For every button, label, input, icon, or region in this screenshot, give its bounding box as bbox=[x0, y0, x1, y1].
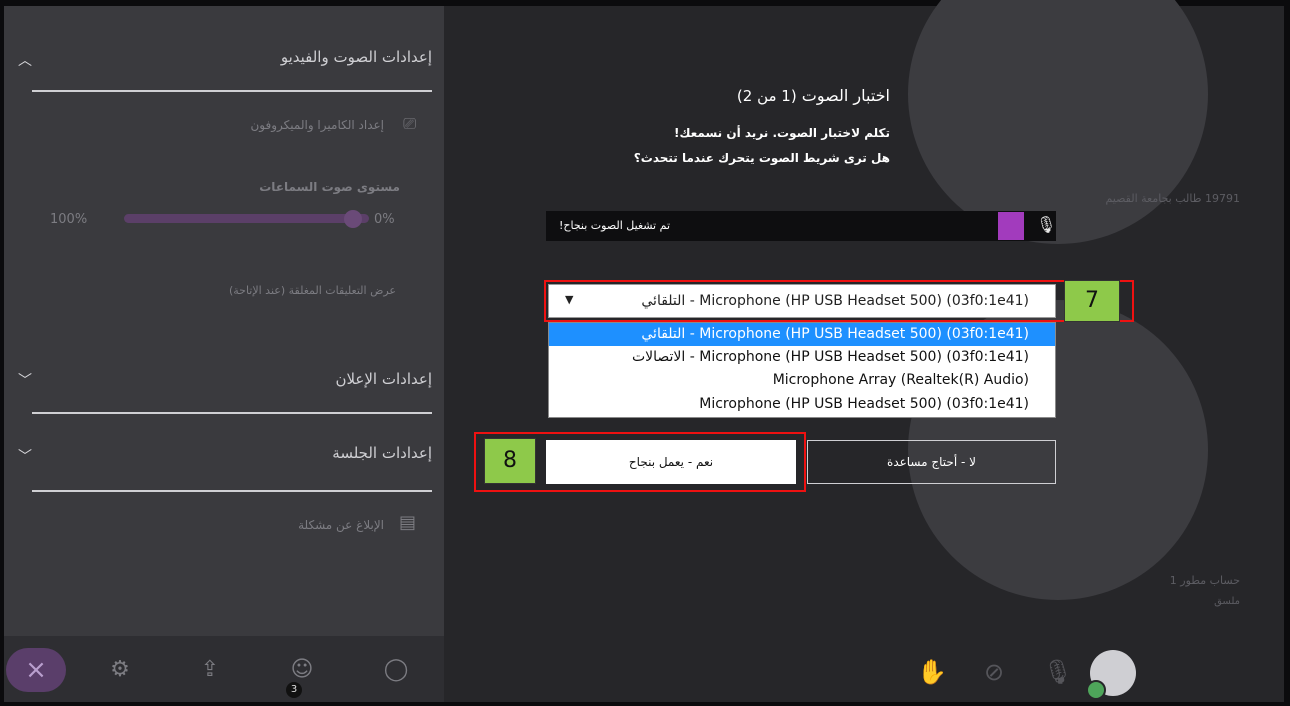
microphone-icon: 🎙 bbox=[1036, 215, 1057, 234]
step-7-marker: 7 bbox=[1064, 280, 1120, 322]
settings-panel: ︿ إعدادات الصوت والفيديو إعداد الكاميرا … bbox=[4, 6, 444, 702]
speaker-volume-label: مستوى صوت السماعات bbox=[259, 180, 400, 194]
chat-icon[interactable]: ◯ bbox=[380, 654, 412, 686]
instruction-1: تكلم لاختبار الصوت. نريد أن نسمعك! bbox=[673, 126, 890, 140]
audio-level-bar bbox=[998, 212, 1024, 240]
section-divider bbox=[32, 490, 432, 492]
speaker-volume-max: 100% bbox=[50, 212, 88, 227]
step-count: (1 من 2) bbox=[736, 87, 797, 105]
speaker-volume-min: 0% bbox=[374, 212, 395, 227]
participant-status-bottom: ملسق bbox=[1214, 596, 1240, 607]
mic-off-icon[interactable]: 🎙 bbox=[1040, 654, 1076, 690]
report-problem-link[interactable]: الإبلاغ عن مشكلة bbox=[298, 518, 384, 532]
audio-video-settings-title[interactable]: إعدادات الصوت والفيديو bbox=[281, 48, 432, 66]
session-settings-title[interactable]: إعدادات الجلسة bbox=[332, 444, 432, 462]
microphone-option[interactable]: Microphone (HP USB Headset 500) (03f0:1e… bbox=[549, 393, 1055, 416]
step-7-highlight bbox=[544, 280, 1134, 322]
captions-option[interactable]: عرض التعليقات المغلقة (عند الإتاحة) bbox=[229, 284, 396, 297]
gear-icon[interactable]: ⚙ bbox=[104, 654, 136, 686]
chevron-down-icon[interactable]: ﹀ bbox=[18, 446, 32, 466]
participant-name-top: 19791 طالب بجامعة القصيم bbox=[1105, 192, 1240, 205]
section-divider bbox=[32, 90, 432, 92]
attendees-count-badge: 3 bbox=[286, 682, 302, 698]
step-8-marker: 8 bbox=[484, 438, 536, 484]
audio-meter-status: تم تشغيل الصوت بنجاح! bbox=[558, 219, 670, 232]
share-icon[interactable]: ⇪ bbox=[194, 654, 226, 686]
chevron-up-icon[interactable]: ︿ bbox=[18, 50, 32, 70]
microphone-option[interactable]: Microphone Array (Realtek(R) Audio) bbox=[549, 369, 1055, 392]
audio-test-title: اختبار الصوت (1 من 2) bbox=[560, 86, 890, 105]
camera-off-icon[interactable]: ⊘ bbox=[976, 654, 1012, 690]
participant-name-bottom: حساب مطور 1 bbox=[1169, 574, 1240, 587]
camera-mic-icon: ⎚ bbox=[403, 114, 416, 133]
camera-mic-setup-link[interactable]: إعداد الكاميرا والميكروفون bbox=[250, 118, 384, 132]
close-panel-button[interactable]: × bbox=[6, 648, 66, 692]
report-icon: ▤ bbox=[398, 512, 416, 533]
speaker-volume-knob[interactable] bbox=[344, 210, 362, 228]
dialog-title: اختبار الصوت bbox=[801, 86, 890, 105]
status-dot bbox=[1086, 680, 1106, 700]
section-divider bbox=[32, 412, 432, 414]
attendees-icon[interactable]: ☺ bbox=[286, 654, 318, 686]
microphone-options-list: التلقائي - Microphone (HP USB Headset 50… bbox=[548, 322, 1056, 418]
raise-hand-icon[interactable]: ✋ bbox=[914, 654, 950, 690]
audio-level-meter: 🎙 تم تشغيل الصوت بنجاح! bbox=[546, 211, 1056, 241]
notification-settings-title[interactable]: إعدادات الإعلان bbox=[335, 370, 432, 388]
need-help-button[interactable]: لا - أحتاج مساعدة bbox=[807, 440, 1056, 484]
speaker-volume-slider[interactable] bbox=[124, 214, 369, 223]
microphone-option[interactable]: الاتصالات - Microphone (HP USB Headset 5… bbox=[549, 346, 1055, 369]
microphone-option[interactable]: التلقائي - Microphone (HP USB Headset 50… bbox=[549, 323, 1055, 346]
chevron-down-icon[interactable]: ﹀ bbox=[18, 370, 32, 390]
instruction-2: هل ترى شريط الصوت يتحرك عندما تتحدث؟ bbox=[633, 151, 890, 165]
